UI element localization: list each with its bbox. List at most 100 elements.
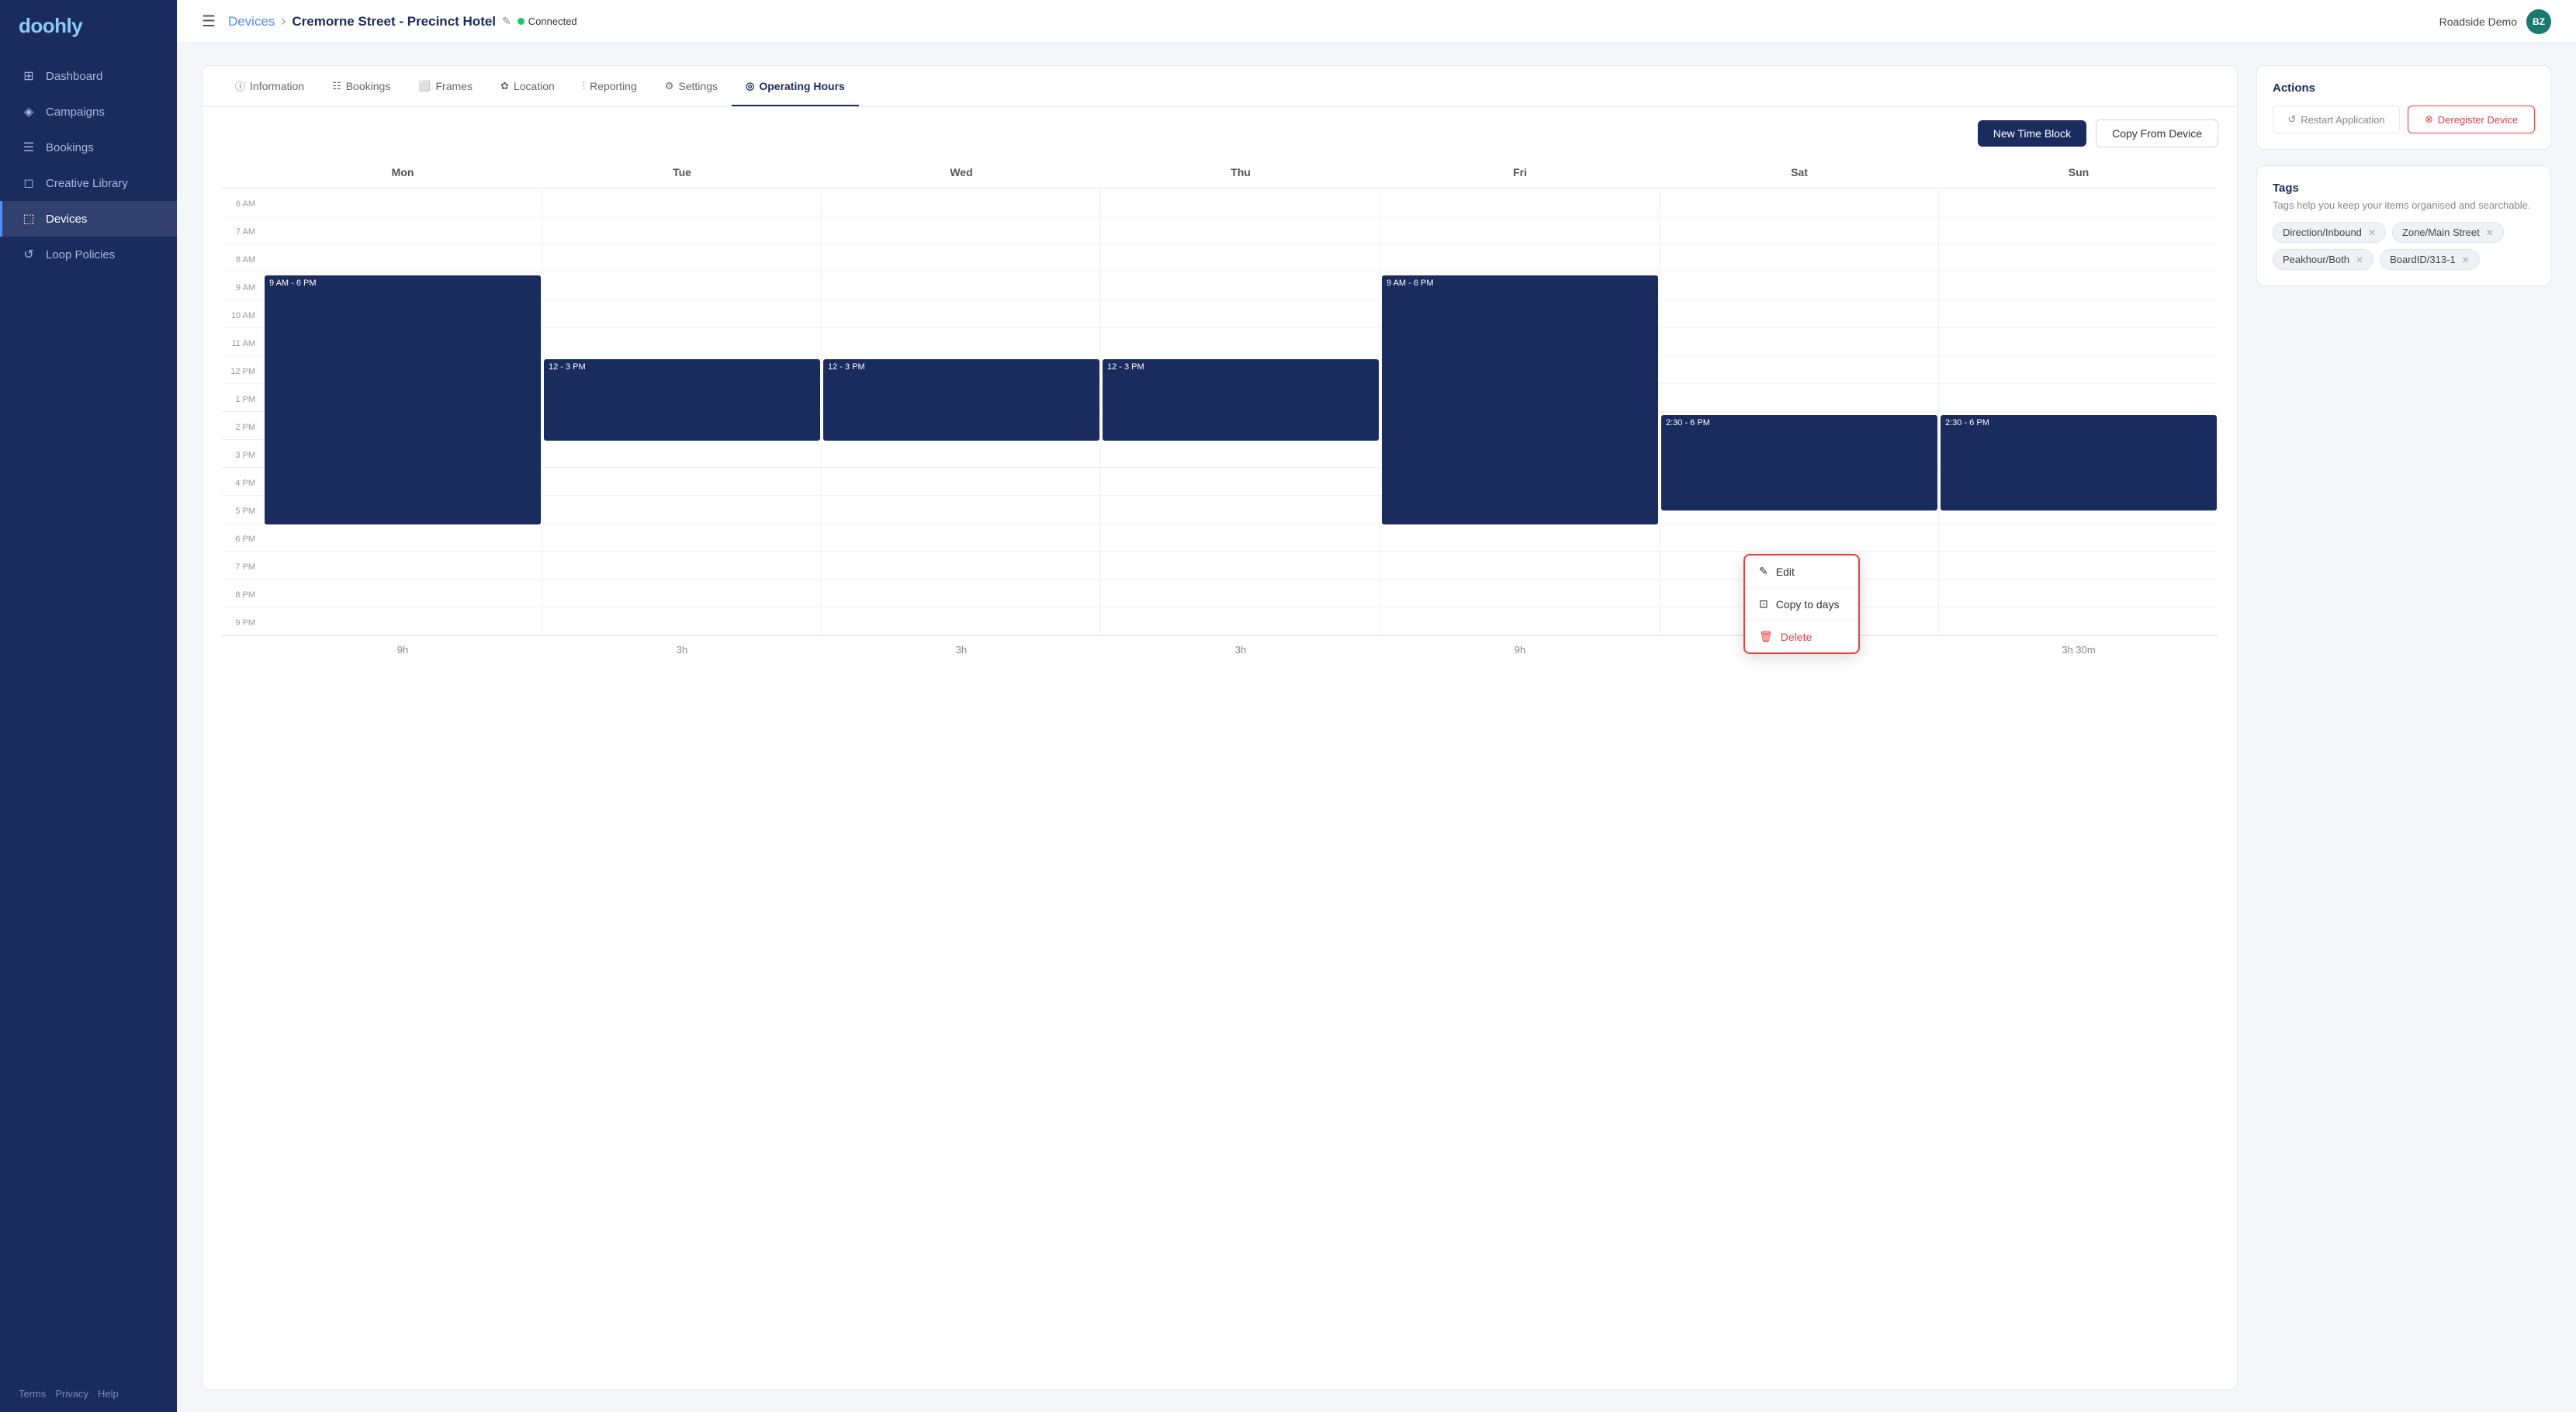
calendar-cell: [1101, 300, 1380, 328]
context-menu-label: Delete: [1781, 631, 1812, 643]
main-panel: ⓘ Information ☷ Bookings ⬜ Frames ✿ Loca…: [202, 65, 2238, 1390]
calendar-cell: [1660, 384, 1939, 412]
context-menu-label: Edit: [1776, 566, 1795, 578]
time-block[interactable]: 12 - 3 PM: [544, 359, 820, 441]
calendar-cell: [1939, 300, 2218, 328]
tab-label: Location: [514, 80, 555, 92]
tab-frames[interactable]: ⬜ Frames: [404, 67, 486, 106]
time-label: 6 AM: [221, 189, 263, 216]
deregister-device-button[interactable]: ⊗ Deregister Device: [2408, 106, 2535, 133]
tag-chip: BoardID/313-1 ✕: [2380, 249, 2480, 270]
restart-label: Restart Application: [2301, 114, 2384, 126]
avatar[interactable]: BZ: [2526, 9, 2551, 34]
calendar-cell: [822, 189, 1101, 216]
tag-remove-icon[interactable]: ✕: [2356, 254, 2363, 265]
tag-chip: Direction/Inbound✕: [2273, 222, 2386, 243]
tag-label: BoardID/313-1: [2390, 254, 2456, 265]
time-block[interactable]: 9 AM - 6 PM: [1382, 275, 1658, 524]
context-menu-copy-to-days[interactable]: ⊡Copy to days: [1745, 588, 1858, 620]
calendar-cell: [263, 552, 542, 580]
app-logo: doohly: [0, 0, 177, 52]
calendar-day-header: Fri: [1380, 160, 1660, 189]
time-label: 8 PM: [221, 580, 263, 607]
calendar-cell: [822, 607, 1101, 635]
calendar-cell: [1660, 244, 1939, 272]
sidebar-item-label: Campaigns: [46, 106, 105, 119]
calendar-cell: [1101, 468, 1380, 496]
sidebar-item-dashboard[interactable]: ⊞ Dashboard: [0, 58, 177, 94]
tab-reporting[interactable]: ⫶ Reporting: [569, 67, 651, 106]
time-block[interactable]: 9 AM - 6 PM: [265, 275, 541, 524]
calendar-cell: [1939, 272, 2218, 300]
tab-label: Reporting: [590, 80, 637, 92]
tabs: ⓘ Information ☷ Bookings ⬜ Frames ✿ Loca…: [203, 66, 2237, 107]
calendar-cell: [263, 607, 542, 635]
tags-card: Tags Tags help you keep your items organ…: [2256, 165, 2551, 286]
location-tab-icon: ✿: [500, 80, 509, 92]
calendar-cell: [1939, 356, 2218, 384]
calendar-cell: [263, 244, 542, 272]
breadcrumb-separator: ›: [281, 13, 286, 29]
settings-tab-icon: ⚙: [665, 80, 674, 92]
connection-status: Connected: [518, 16, 577, 27]
sidebar-item-creative-library[interactable]: ◻ Creative Library: [0, 165, 177, 201]
context-menu-delete[interactable]: 🗑Delete: [1745, 621, 1858, 652]
calendar-cell: [1101, 216, 1380, 244]
calendar-total: 3h 30m: [1939, 635, 2218, 659]
calendar-cell: [1660, 328, 1939, 356]
tab-operating-hours[interactable]: ◎ Operating Hours: [732, 67, 859, 106]
calendar-cell: [1660, 356, 1939, 384]
tag-remove-icon[interactable]: ✕: [2368, 227, 2376, 238]
sidebar-item-loop-policies[interactable]: ↺ Loop Policies: [0, 237, 177, 272]
menu-toggle-icon[interactable]: ☰: [202, 12, 216, 31]
calendar-cell: [822, 440, 1101, 468]
tag-remove-icon[interactable]: ✕: [2462, 254, 2470, 265]
tab-information[interactable]: ⓘ Information: [221, 66, 318, 107]
tab-bookings[interactable]: ☷ Bookings: [318, 67, 404, 106]
calendar-cell: [1939, 607, 2218, 635]
sidebar-item-label: Creative Library: [46, 177, 128, 190]
new-time-block-button[interactable]: New Time Block: [1978, 120, 2086, 147]
time-label: 5 PM: [221, 496, 263, 524]
calendar-cell: [263, 524, 542, 552]
user-label: Roadside Demo: [2439, 16, 2517, 28]
sidebar-item-bookings[interactable]: ☰ Bookings: [0, 130, 177, 165]
calendar-cell: [1939, 328, 2218, 356]
calendar-cell: [1660, 524, 1939, 552]
calendar-cell: [263, 216, 542, 244]
edit-title-icon[interactable]: ✎: [502, 15, 511, 28]
time-label: 2 PM: [221, 412, 263, 440]
sidebar-item-devices[interactable]: ⬚ Devices: [0, 201, 177, 237]
time-label: 11 AM: [221, 328, 263, 356]
time-block[interactable]: 2:30 - 6 PM: [1661, 415, 1937, 510]
copy-to-days-icon: ⊡: [1759, 597, 1768, 611]
calendar-cell: [1101, 607, 1380, 635]
time-block[interactable]: 12 - 3 PM: [1103, 359, 1379, 441]
terms-link[interactable]: Terms: [19, 1388, 46, 1400]
calendar-cell: [1939, 524, 2218, 552]
sidebar-item-label: Devices: [46, 213, 87, 226]
sidebar-item-campaigns[interactable]: ◈ Campaigns: [0, 94, 177, 130]
tab-location[interactable]: ✿ Location: [486, 67, 569, 106]
privacy-link[interactable]: Privacy: [55, 1388, 88, 1400]
copy-from-device-button[interactable]: Copy From Device: [2096, 119, 2218, 147]
calendar-cell: [1380, 552, 1660, 580]
calendar-total: 9h: [1380, 635, 1660, 659]
deregister-icon: ⊗: [2425, 113, 2433, 126]
sidebar-footer: Terms Privacy Help: [0, 1376, 177, 1412]
breadcrumb-parent[interactable]: Devices: [228, 14, 275, 29]
help-link[interactable]: Help: [98, 1388, 119, 1400]
toolbar: New Time Block Copy From Device: [203, 107, 2237, 160]
calendar-cell: [1380, 580, 1660, 607]
time-label: 12 PM: [221, 356, 263, 384]
time-block[interactable]: 2:30 - 6 PM: [1941, 415, 2217, 510]
tab-settings[interactable]: ⚙ Settings: [651, 67, 732, 106]
restart-application-button[interactable]: ↺ Restart Application: [2273, 106, 2400, 133]
calendar-cell: [542, 216, 822, 244]
tag-remove-icon[interactable]: ✕: [2486, 227, 2494, 238]
calendar-cell: [1939, 216, 2218, 244]
time-block[interactable]: 12 - 3 PM: [823, 359, 1099, 441]
tag-label: Zone/Main Street: [2402, 227, 2480, 238]
context-menu-edit[interactable]: ✎Edit: [1745, 555, 1858, 587]
operating-hours-tab-icon: ◎: [746, 80, 754, 92]
